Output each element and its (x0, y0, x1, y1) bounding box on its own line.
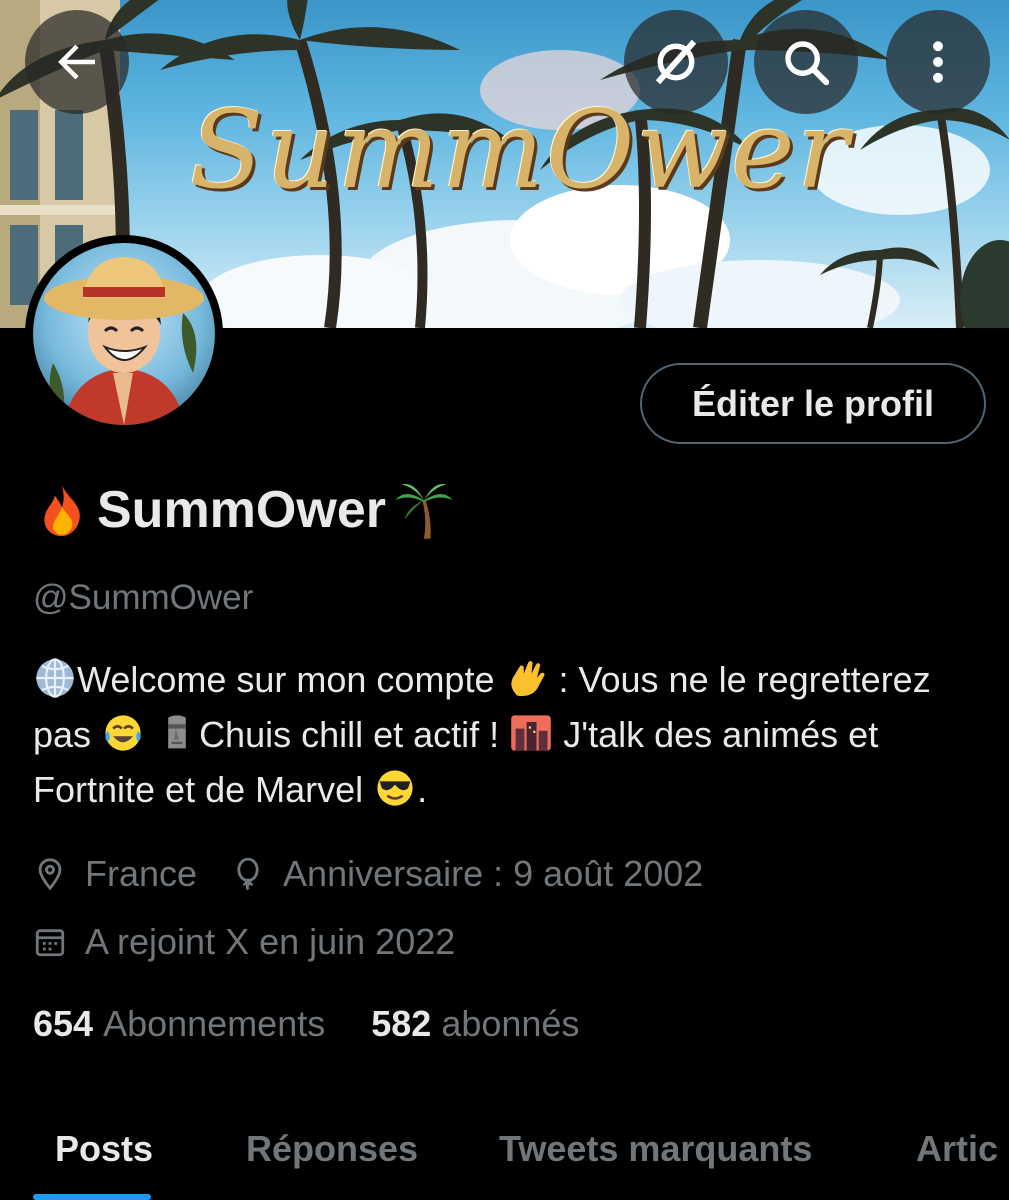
back-button[interactable] (25, 10, 129, 114)
display-name: SummOwer (33, 478, 456, 542)
avatar[interactable] (25, 235, 223, 433)
follow-stats: 654 Abonnements 582 abonnés (33, 1003, 579, 1045)
tab-posts[interactable]: Posts (55, 1128, 153, 1170)
tab-highlights[interactable]: Tweets marquants (499, 1128, 812, 1170)
arrow-left-icon (58, 44, 95, 80)
avatar-image (33, 243, 215, 425)
location-text: France (85, 853, 198, 894)
following-count: 654 (33, 1003, 94, 1044)
city-sunset-icon (511, 715, 551, 751)
profile-meta-row-1: France Anniversaire : 9 août 2002 (33, 853, 703, 895)
followers-count: 582 (371, 1003, 432, 1044)
bio-text-3: Chuis chill et actif ! (199, 714, 510, 755)
join-date-text: A rejoint X en juin 2022 (85, 921, 456, 962)
birthday-text: Anniversaire : 9 août 2002 (283, 853, 704, 894)
edit-profile-button[interactable]: Éditer le profil (640, 363, 986, 444)
following-label: Abonnements (103, 1003, 326, 1044)
bio-text-1: Welcome sur mon compte (77, 659, 505, 700)
followers-link[interactable]: 582 abonnés (371, 1003, 579, 1045)
profile-meta-row-2: A rejoint X en juin 2022 (33, 921, 455, 963)
tab-replies[interactable]: Réponses (246, 1128, 418, 1170)
search-button[interactable] (754, 10, 858, 114)
sunglasses-face-icon (377, 770, 413, 806)
grok-icon (655, 39, 697, 85)
grok-button[interactable] (624, 10, 728, 114)
bio: Welcome sur mon compte : Vous ne le regr… (33, 652, 963, 817)
active-tab-indicator (33, 1194, 151, 1200)
waving-hand-icon (511, 660, 546, 697)
followers-label: abonnés (441, 1003, 580, 1044)
join-date: A rejoint X en juin 2022 (33, 921, 455, 963)
globe-icon (36, 658, 74, 698)
display-name-text: SummOwer (97, 481, 386, 539)
profile-tabs: Posts Réponses Tweets marquants Artic (0, 1118, 1009, 1200)
fire-icon (44, 485, 80, 537)
bio-text-5: . (417, 769, 428, 810)
more-button[interactable] (886, 10, 990, 114)
birthday: Anniversaire : 9 août 2002 (231, 853, 703, 895)
moai-icon (168, 715, 186, 749)
calendar-icon (35, 929, 65, 957)
palm-tree-icon (395, 483, 453, 539)
location: France (33, 853, 197, 895)
search-icon (785, 41, 830, 86)
avatar-illustration (44, 257, 204, 425)
user-handle: @SummOwer (33, 578, 254, 617)
following-link[interactable]: 654 Abonnements (33, 1003, 325, 1045)
tab-articles[interactable]: Artic (916, 1128, 998, 1170)
more-vertical-icon (933, 41, 943, 83)
tears-of-joy-icon (105, 715, 141, 751)
location-pin-icon (38, 858, 62, 891)
balloon-icon (237, 857, 259, 891)
